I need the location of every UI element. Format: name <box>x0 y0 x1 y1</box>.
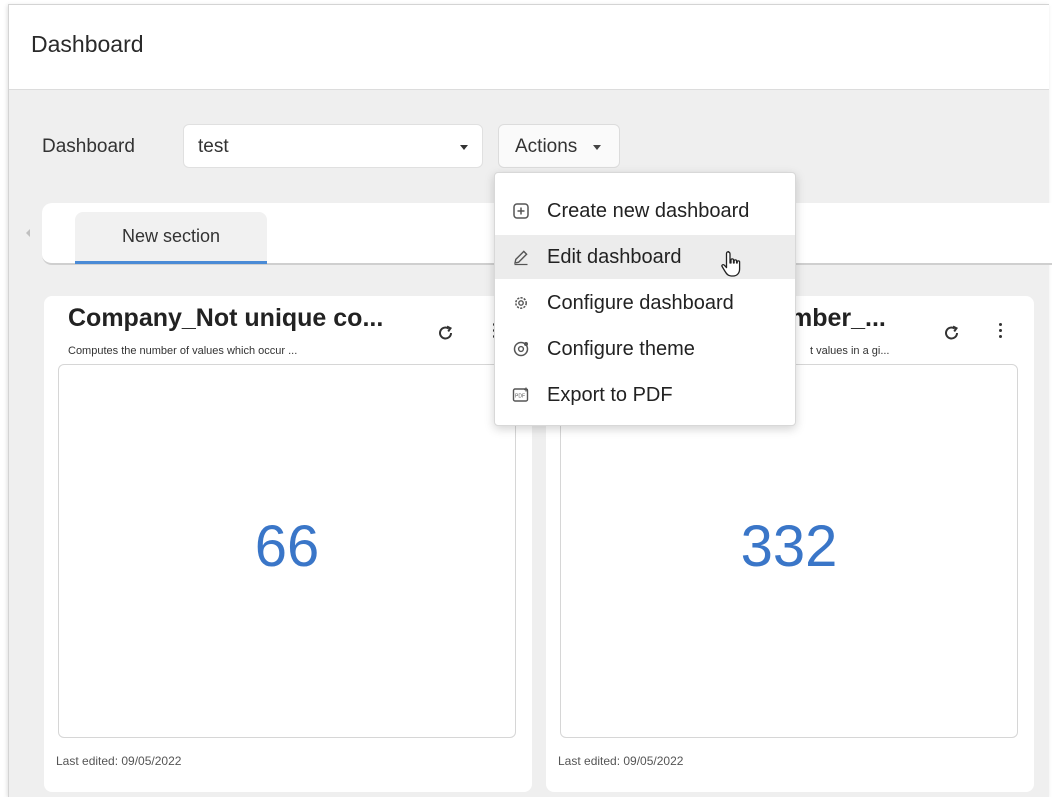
menu-item-create-dashboard[interactable]: Create new dashboard <box>495 189 795 233</box>
actions-button[interactable]: Actions <box>498 124 620 168</box>
top-bar: Dashboard <box>9 5 1049 90</box>
refresh-icon[interactable] <box>436 323 456 343</box>
widget-subtitle: t values in a gi... <box>810 345 890 357</box>
dashboard-select-value: test <box>198 136 229 157</box>
metric-panel: 66 <box>58 364 516 738</box>
menu-item-configure-theme[interactable]: Configure theme <box>495 327 795 371</box>
more-vert-icon[interactable] <box>996 320 1004 344</box>
metric-value: 332 <box>740 514 838 579</box>
widget-title: Company_Not unique co... <box>68 304 384 332</box>
svg-text:PDF: PDF <box>515 394 525 400</box>
menu-item-label: Configure dashboard <box>547 292 734 314</box>
menu-item-label: Create new dashboard <box>547 200 750 222</box>
refresh-icon[interactable] <box>942 323 962 343</box>
menu-item-configure-dashboard[interactable]: Configure dashboard <box>495 281 795 325</box>
pencil-icon <box>514 250 528 266</box>
menu-item-export-pdf[interactable]: PDF Export to PDF <box>495 373 795 417</box>
widget-title: mber_... <box>790 304 886 332</box>
menu-item-edit-dashboard[interactable]: Edit dashboard <box>495 235 795 279</box>
dashboard-label: Dashboard <box>42 136 135 157</box>
pdf-icon: PDF <box>512 387 529 402</box>
last-edited: Last edited: 09/05/2022 <box>56 754 182 768</box>
dashboard-select[interactable]: test <box>183 124 483 168</box>
widget-subtitle: Computes the number of values which occu… <box>68 345 298 357</box>
metric-value: 66 <box>254 514 320 579</box>
actions-menu: Create new dashboard Edit dashboard Conf… <box>494 172 796 426</box>
page-title: Dashboard <box>31 31 144 57</box>
chevron-down-icon <box>460 145 468 150</box>
tab-new-section[interactable]: New section <box>75 212 267 264</box>
theme-gear-icon <box>513 341 529 357</box>
widget-card: Company_Not unique co... Computes the nu… <box>44 296 532 792</box>
gear-icon <box>515 297 527 309</box>
last-edited: Last edited: 09/05/2022 <box>558 754 684 768</box>
chevron-left-icon[interactable] <box>26 229 30 237</box>
tab-label: New section <box>121 226 221 246</box>
actions-button-label: Actions <box>515 136 578 157</box>
plus-box-icon <box>513 203 529 219</box>
menu-item-label: Configure theme <box>547 338 695 360</box>
menu-item-label: Export to PDF <box>547 384 673 406</box>
menu-item-label: Edit dashboard <box>547 246 682 268</box>
hand-cursor-icon <box>721 250 741 277</box>
chevron-down-icon <box>593 145 601 150</box>
